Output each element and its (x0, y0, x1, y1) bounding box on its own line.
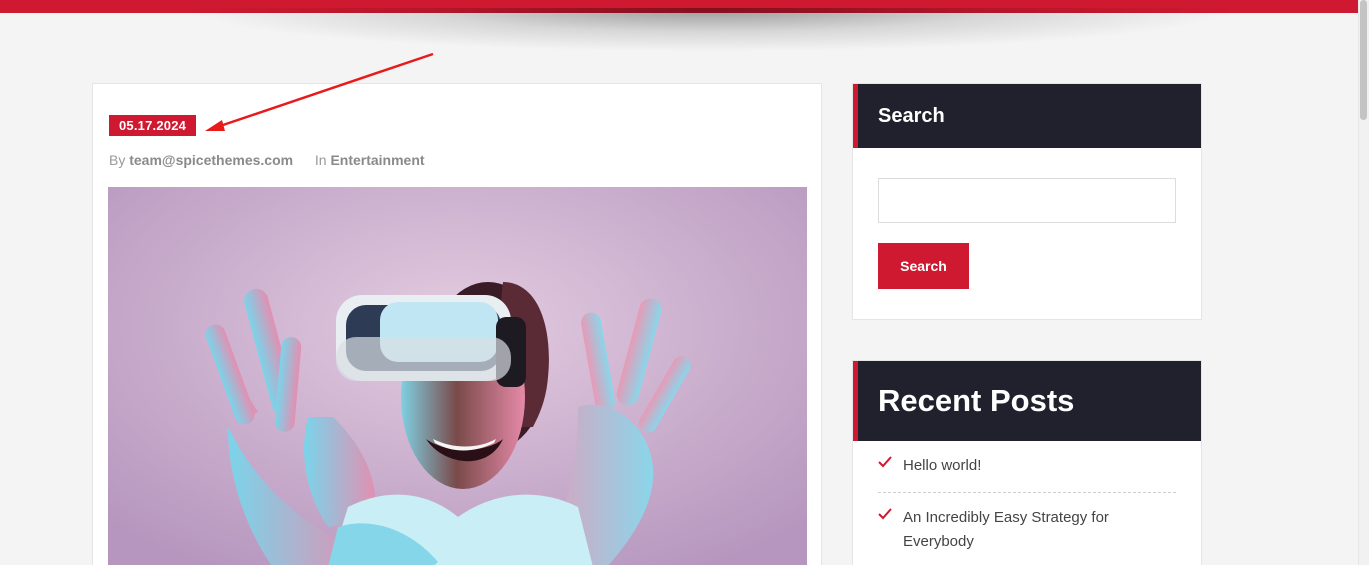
search-button[interactable]: Search (878, 243, 969, 289)
check-icon (878, 456, 892, 468)
list-item: Hello world! (878, 441, 1176, 493)
recent-posts-widget: Recent Posts Hello world! An Incredibly … (852, 360, 1202, 565)
in-label: In (314, 152, 327, 168)
recent-posts-list: Hello world! An Incredibly Easy Strategy… (853, 441, 1201, 565)
scrollbar-thumb[interactable] (1360, 0, 1367, 120)
blog-post-card: 05.17.2024 By team@spicethemes.com In En… (92, 83, 822, 565)
post-featured-image[interactable] (108, 187, 807, 565)
post-date-badge[interactable]: 05.17.2024 (109, 115, 197, 136)
search-input[interactable] (878, 178, 1176, 223)
check-icon (878, 508, 892, 520)
search-widget-title: Search (853, 84, 1201, 148)
list-item: An Incredibly Easy Strategy for Everybod… (878, 493, 1176, 565)
recent-post-link[interactable]: An Incredibly Easy Strategy for Everybod… (903, 509, 1109, 550)
vr-headset-woman-photo (108, 187, 807, 565)
post-meta: By team@spicethemes.com In Entertainment (109, 152, 425, 168)
author-link[interactable]: team@spicethemes.com (129, 152, 293, 168)
recent-posts-title: Recent Posts (853, 361, 1201, 441)
by-label: By (109, 152, 126, 168)
header-shadow (180, 8, 1240, 52)
search-widget: Search Search (852, 83, 1202, 320)
recent-post-link[interactable]: Hello world! (903, 457, 981, 474)
scrollbar[interactable] (1358, 0, 1369, 565)
category-link[interactable]: Entertainment (330, 152, 424, 168)
